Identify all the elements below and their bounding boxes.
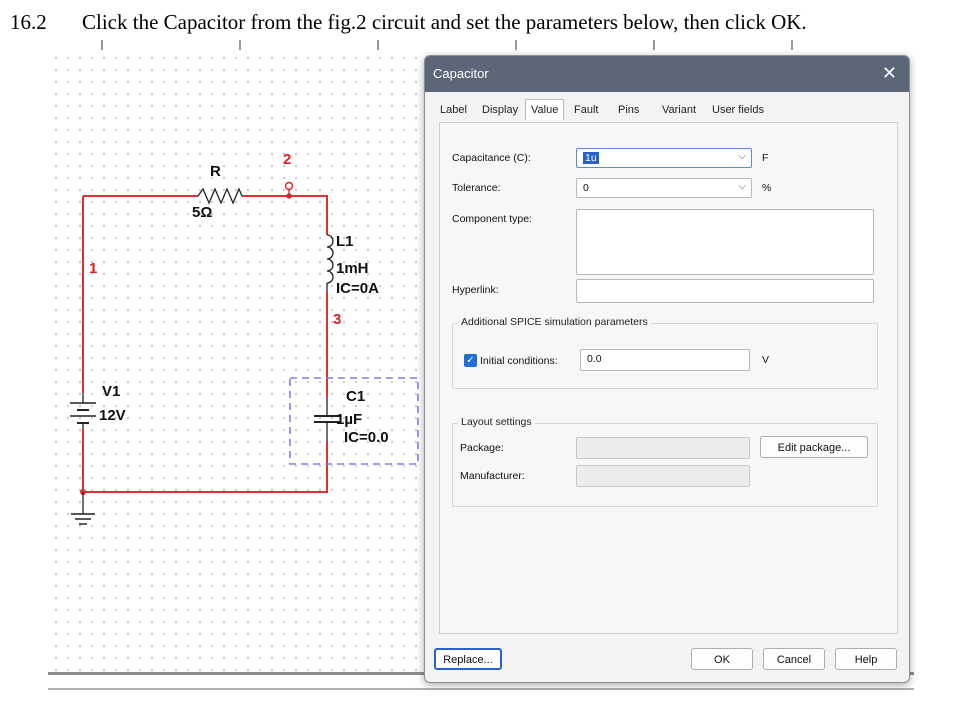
capacitor-dialog: Capacitor ✕ Label Display Value Fault Pi… <box>424 55 910 683</box>
circuit-diagram <box>70 181 419 525</box>
edit-package-button[interactable]: Edit package... <box>760 436 868 458</box>
initial-conditions-value: 0.0 <box>587 353 602 365</box>
component-type-field[interactable] <box>576 209 874 275</box>
tolerance-value: 0 <box>583 182 589 194</box>
hyperlink-label: Hyperlink: <box>452 284 499 296</box>
inductor-name: L1 <box>336 233 354 250</box>
source-name: V1 <box>102 383 121 400</box>
ruler-ticks <box>101 40 793 50</box>
initial-conditions-label: Initial conditions: <box>480 355 558 367</box>
tolerance-unit: % <box>762 182 772 194</box>
cancel-button[interactable]: Cancel <box>763 648 825 670</box>
node-1-label: 1 <box>89 260 98 277</box>
wire-top-right <box>242 195 328 235</box>
capacitor-value: 1µF <box>336 411 363 428</box>
ok-button[interactable]: OK <box>691 648 753 670</box>
component-type-label: Component type: <box>452 213 532 225</box>
wire-bottom <box>82 429 328 493</box>
close-icon[interactable]: ✕ <box>882 63 897 84</box>
capacitance-field[interactable]: 1u ⌵ <box>576 148 752 168</box>
initial-conditions-unit: V <box>762 354 770 366</box>
inductor-value: 1mH <box>336 260 369 277</box>
step-number: 16.2 <box>10 10 47 34</box>
manufacturer-field <box>576 465 750 487</box>
resistor-symbol <box>197 187 243 205</box>
sheet-border-line <box>48 688 914 690</box>
resistor-value: 5Ω <box>192 204 213 221</box>
capacitor-ic: IC=0.0 <box>344 429 389 446</box>
value-tab-panel: Capacitance (C): 1u ⌵ F Tolerance: 0 ⌵ %… <box>439 122 898 634</box>
chevron-down-icon[interactable]: ⌵ <box>738 151 746 162</box>
chevron-down-icon[interactable]: ⌵ <box>738 181 746 192</box>
resistor-name: R <box>210 163 221 180</box>
replace-button[interactable]: Replace... <box>434 648 502 670</box>
capacitor-name: C1 <box>346 388 366 405</box>
package-field <box>576 437 750 459</box>
dialog-titlebar[interactable]: Capacitor ✕ <box>425 56 909 92</box>
help-button[interactable]: Help <box>835 648 897 670</box>
tab-user-fields[interactable]: User fields <box>709 102 767 118</box>
inductor-ic: IC=0A <box>336 280 379 297</box>
node-2-label: 2 <box>283 151 292 168</box>
capacitance-label: Capacitance (C): <box>452 152 531 164</box>
spice-group-title: Additional SPICE simulation parameters <box>458 316 651 328</box>
tab-value[interactable]: Value <box>525 99 565 120</box>
node-2-marker <box>284 181 294 191</box>
source-value: 12V <box>99 407 126 424</box>
step-text: Click the Capacitor from the fig.2 circu… <box>82 10 807 34</box>
layout-group-title: Layout settings <box>458 416 535 428</box>
initial-conditions-checkbox[interactable]: ✓ <box>464 354 477 367</box>
capacitance-value: 1u <box>583 152 599 164</box>
capacitance-unit: F <box>762 152 769 164</box>
tab-label[interactable]: Label <box>437 102 470 118</box>
tab-fault[interactable]: Fault <box>571 102 601 118</box>
initial-conditions-field[interactable]: 0.0 <box>580 349 750 371</box>
inductor-symbol <box>326 234 334 292</box>
tab-display[interactable]: Display <box>479 102 521 118</box>
dialog-title: Capacitor <box>433 66 489 81</box>
node-3-label: 3 <box>333 311 342 328</box>
instruction-text: 16.2 Click the Capacitor from the fig.2 c… <box>10 10 955 35</box>
manufacturer-label: Manufacturer: <box>460 470 525 482</box>
tolerance-field[interactable]: 0 ⌵ <box>576 178 752 198</box>
tab-pins[interactable]: Pins <box>615 102 642 118</box>
package-label: Package: <box>460 442 504 454</box>
tab-variant[interactable]: Variant <box>659 102 699 118</box>
tolerance-label: Tolerance: <box>452 182 501 194</box>
hyperlink-field[interactable] <box>576 279 874 303</box>
